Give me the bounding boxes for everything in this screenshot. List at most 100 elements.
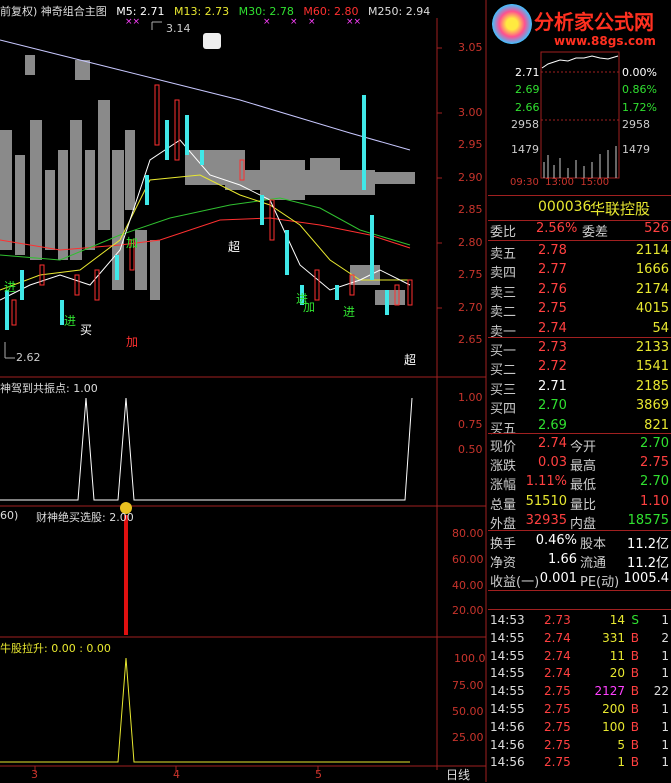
tick-row[interactable]: 14:56 2.75 100 B 1 <box>490 720 671 737</box>
price-axis-label: 3.00 <box>458 106 483 119</box>
tick-count: 1 <box>661 666 669 681</box>
asks-row[interactable]: 卖一 2.74 54 <box>488 320 671 340</box>
tick-price: 2.73 <box>544 613 571 627</box>
stat-label: 最高 <box>570 459 597 475</box>
date-axis-label: 4 <box>173 768 180 781</box>
panel2-axis-label: 0.50 <box>458 443 483 456</box>
order-diff-label: 委差 <box>582 225 609 240</box>
tick-price: 2.75 <box>544 684 571 699</box>
tick-time: 14:56 <box>490 755 525 770</box>
stock-title[interactable]: 000036 华联控股 <box>488 195 671 221</box>
divider <box>488 609 671 610</box>
tick-volume: 1 <box>617 755 625 770</box>
resonance-panel-title: 神驾到共振点: 1.00 <box>0 382 98 395</box>
tick-price: 2.75 <box>544 737 571 752</box>
price-axis-label: 2.75 <box>458 268 483 281</box>
tick-volume: 200 <box>602 702 625 716</box>
order-ratio-row: 委比 2.56% 委差 526 <box>488 221 671 240</box>
tick-row[interactable]: 14:55 2.74 331 B 2 <box>490 631 671 648</box>
tick-volume: 11 <box>609 648 625 663</box>
period-tab-daily[interactable]: 日线 <box>446 766 470 783</box>
bids-volume: 821 <box>644 417 669 433</box>
asks-row[interactable]: 卖四 2.77 1666 <box>488 262 671 281</box>
tick-volume: 5 <box>617 737 625 752</box>
mini-axis-left: 1479 <box>511 143 539 156</box>
asks-price: 2.74 <box>538 320 567 336</box>
asks-level-label: 卖五 <box>490 247 517 262</box>
stat-value: 11.2亿 <box>627 537 669 552</box>
mini-axis-right: 0.86% <box>622 83 657 96</box>
tick-volume: 14 <box>609 613 625 627</box>
signal-in: 进 <box>343 305 356 319</box>
asks-row[interactable]: 卖三 2.76 2174 <box>488 282 671 301</box>
panel3-period: 60) <box>0 509 19 522</box>
bull-rise-panel-title: 牛股拉升: 0.00 : 0.00 <box>0 642 111 655</box>
bids-price: 2.70 <box>538 398 567 414</box>
asks-level-label: 卖三 <box>490 285 517 301</box>
stat-label: 股本 <box>580 537 607 552</box>
signal-buy: 买 <box>80 323 93 337</box>
low-label: 2.62 <box>16 351 41 364</box>
divider <box>488 337 671 338</box>
tick-row[interactable]: 14:55 2.75 2127 B 22 <box>490 684 671 701</box>
bids-price: 2.72 <box>538 359 567 375</box>
stat-label: 量比 <box>570 497 597 513</box>
tick-time: 14:55 <box>490 666 525 681</box>
tick-time: 14:55 <box>490 684 525 699</box>
stock-code: 000036 <box>538 199 592 215</box>
asks-volume: 2114 <box>635 243 669 258</box>
bids-volume: 2185 <box>635 378 669 394</box>
svg-text:××: ×× <box>346 17 361 27</box>
svg-text:××: ×× <box>125 17 140 27</box>
mini-axis-left: 2958 <box>511 118 539 131</box>
tick-row[interactable]: 14:55 2.74 20 B 1 <box>490 666 671 683</box>
tick-time: 14:55 <box>490 702 525 716</box>
stat-label: 流通 <box>580 556 607 571</box>
asks-row[interactable]: 卖五 2.78 2114 <box>488 243 671 262</box>
asks-level-label: 卖二 <box>490 305 517 321</box>
tick-row[interactable]: 14:55 2.74 11 B 1 <box>490 649 671 666</box>
stat-value: 51510 <box>525 493 567 509</box>
panel3-axis-label: 20.00 <box>452 604 484 617</box>
tick-row[interactable]: 14:56 2.75 5 B 1 <box>490 738 671 755</box>
bids-row[interactable]: 买一 2.73 2133 <box>488 340 671 359</box>
stat-value: 2.70 <box>640 474 669 490</box>
stat-value: 2.74 <box>538 436 567 451</box>
order-ratio-label: 委比 <box>490 225 517 240</box>
order-ratio-value: 2.56% <box>536 221 578 236</box>
tick-side: B <box>630 719 639 734</box>
mini-axis-right: 1.72% <box>622 101 657 114</box>
date-axis-label: 5 <box>315 768 322 781</box>
stat-value: 2.75 <box>640 455 669 471</box>
stat-label: 总量 <box>490 497 517 513</box>
tick-row[interactable]: 14:55 2.75 200 B 1 <box>490 702 671 719</box>
tick-side: B <box>630 755 639 770</box>
panel4-axis-label: 50.00 <box>452 705 484 718</box>
asks-volume: 1666 <box>635 262 669 278</box>
svg-text:×: × <box>263 17 271 27</box>
stat-value: 1.66 <box>548 552 577 567</box>
mini-axis-left: 2.66 <box>515 101 540 114</box>
bids-row[interactable]: 买四 2.70 3869 <box>488 398 671 418</box>
asks-price: 2.75 <box>538 301 567 317</box>
panel4-axis-label: 100.0 <box>454 652 486 665</box>
tick-time: 14:56 <box>490 737 525 752</box>
tick-price: 2.74 <box>544 648 571 663</box>
bids-row[interactable]: 买三 2.71 2185 <box>488 378 671 398</box>
tick-row[interactable]: 14:53 2.73 14 S 1 <box>490 613 671 630</box>
tick-side: B <box>630 666 639 681</box>
bids-level-label: 买四 <box>490 402 517 418</box>
stock-name: 华联控股 <box>590 200 651 218</box>
tick-row[interactable]: 14:56 2.75 1 B 1 <box>490 755 671 772</box>
stat-label: 净资 <box>490 556 517 571</box>
panel3-axis-label: 40.00 <box>452 579 484 592</box>
bids-level-label: 买二 <box>490 363 517 379</box>
signal-in: 进 <box>4 280 17 294</box>
quote-stat-row: 涨幅 1.11% 最低 2.70 <box>488 474 671 493</box>
asks-row[interactable]: 卖二 2.75 4015 <box>488 301 671 321</box>
bids-row[interactable]: 买二 2.72 1541 <box>488 359 671 379</box>
signal-in: 进 <box>296 292 309 306</box>
stat-value: 2.70 <box>640 436 669 451</box>
mini-axis-right: 0.00% <box>622 66 657 79</box>
tick-time: 14:55 <box>490 648 525 663</box>
